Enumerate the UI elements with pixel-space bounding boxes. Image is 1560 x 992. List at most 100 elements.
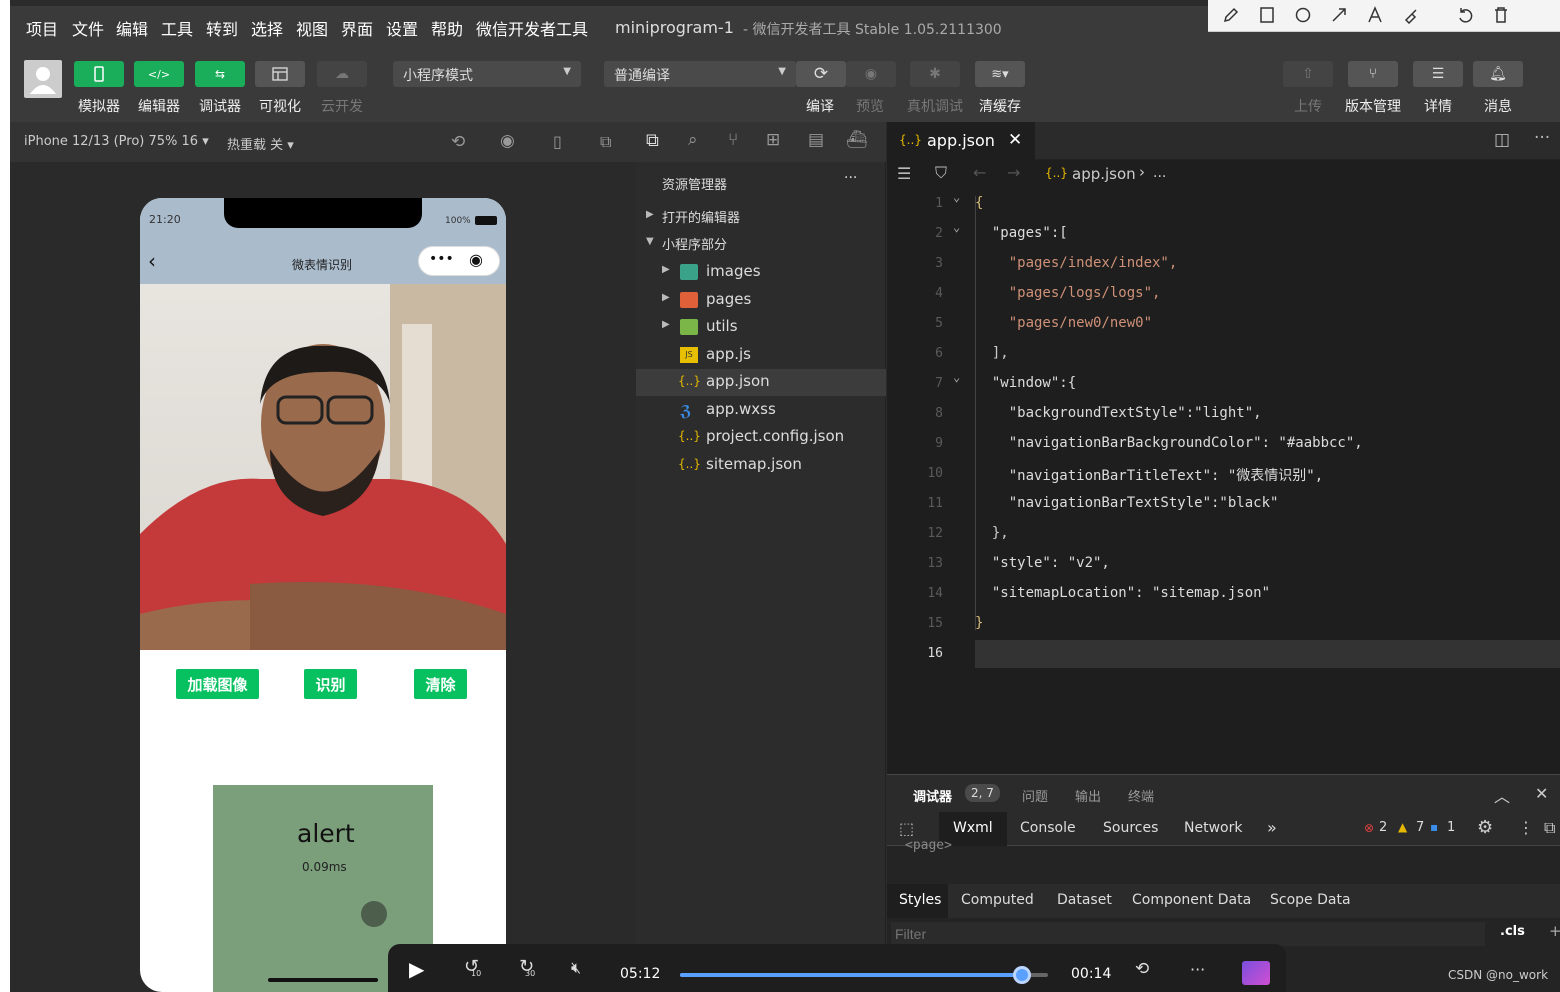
details-button[interactable]: ☰ <box>1413 61 1463 87</box>
remote-debug-button[interactable]: ✱ <box>910 61 960 87</box>
breadcrumb-more[interactable]: ... <box>1153 165 1166 181</box>
split-editor-icon[interactable]: ◫ <box>1494 130 1510 150</box>
progress-knob[interactable] <box>1013 966 1032 984</box>
tab-debugger[interactable]: 调试器 <box>913 786 952 805</box>
editor-button[interactable]: </> <box>134 61 184 87</box>
hot-reload-select[interactable]: 热重载 关 ▾ <box>227 134 294 153</box>
stop-icon[interactable]: ◉ <box>500 131 515 151</box>
loop-off-icon[interactable]: ⟲ <box>1135 959 1149 979</box>
load-image-button[interactable]: 加载图像 <box>176 669 259 699</box>
tree-item-app-js[interactable]: JS app.js <box>636 342 886 369</box>
nav-forward-icon[interactable]: → <box>1007 163 1020 182</box>
visual-button[interactable] <box>255 61 305 87</box>
more-dots-icon[interactable]: ••• <box>429 251 454 267</box>
tab-dataset[interactable]: Dataset <box>1057 892 1112 908</box>
bookmark-icon[interactable]: ⛉ <box>935 163 947 183</box>
project-section[interactable]: ▼ 小程序部分 <box>636 231 886 258</box>
marker-icon[interactable] <box>1400 4 1422 26</box>
tree-item-images[interactable]: ▶ images <box>636 259 886 286</box>
breadcrumb-file[interactable]: app.json <box>1072 165 1136 183</box>
tab-sources[interactable]: Sources <box>1103 820 1158 836</box>
compile-button[interactable]: ⟳ <box>796 61 846 87</box>
tab-app-json[interactable]: {..} app.json ✕ <box>887 122 1035 160</box>
close-panel-icon[interactable]: ✕ <box>1535 784 1548 803</box>
arrow-icon[interactable] <box>1328 4 1350 26</box>
menu-help[interactable]: 帮助 <box>431 16 463 40</box>
add-style-button[interactable]: + <box>1549 922 1560 940</box>
progress-slider[interactable] <box>680 966 1048 984</box>
version-button[interactable]: ⑂ <box>1348 61 1398 87</box>
tab-problems[interactable]: 问题 <box>1022 786 1048 805</box>
source-control-icon[interactable]: ⑂ <box>728 130 738 150</box>
tab-network[interactable]: Network <box>1184 820 1242 836</box>
vertical-dots-icon[interactable]: ⋮ <box>1518 818 1534 837</box>
clear-button[interactable]: 清除 <box>414 669 467 699</box>
menu-file[interactable]: 文件 <box>72 16 104 40</box>
clipchamp-icon[interactable] <box>1242 961 1270 985</box>
compile-mode-select[interactable]: 普通编译 ▼ <box>604 61 796 87</box>
error-count[interactable]: 2 <box>1379 820 1387 835</box>
filter-input[interactable] <box>891 922 1485 946</box>
extensions-icon[interactable]: ⊞ <box>766 130 780 150</box>
popout-icon[interactable]: ⧉ <box>600 132 611 152</box>
settings-gear-icon[interactable]: ⚙ <box>1477 817 1493 838</box>
mute-icon[interactable]: 🔇︎ <box>571 958 581 978</box>
nav-back-icon[interactable]: ← <box>973 163 986 182</box>
fold-chevron-icon[interactable]: ⌄ <box>953 190 960 204</box>
close-target-icon[interactable]: ◉ <box>469 250 483 269</box>
tab-component-data[interactable]: Component Data <box>1132 892 1251 908</box>
outline-icon[interactable]: ☰ <box>897 164 911 183</box>
menu-goto[interactable]: 转到 <box>206 16 238 40</box>
capsule-menu[interactable]: ••• ◉ <box>418 246 500 276</box>
save-icon[interactable]: ▤ <box>808 130 824 150</box>
tree-item-sitemap[interactable]: {..} sitemap.json <box>636 452 886 479</box>
explorer-more-button[interactable]: ··· <box>844 170 857 186</box>
circle-icon[interactable] <box>1292 4 1314 26</box>
messages-button[interactable]: 🔔︎ <box>1473 61 1523 87</box>
inspect-element-icon[interactable]: ⬚ <box>899 819 914 838</box>
cls-toggle[interactable]: .cls <box>1500 924 1525 939</box>
docker-icon[interactable]: ⛴ <box>846 130 868 150</box>
tree-item-app-json[interactable]: {..} app.json <box>636 369 886 396</box>
phone-icon[interactable]: ▯ <box>553 132 562 151</box>
menu-select[interactable]: 选择 <box>251 16 283 40</box>
menu-project[interactable]: 项目 <box>26 16 58 40</box>
more-options-icon[interactable]: ··· <box>1190 960 1205 979</box>
menu-wechat-devtools[interactable]: 微信开发者工具 <box>476 16 588 40</box>
code-editor[interactable]: ⌄ ⌄ ⌄ 1 { 2 "pages":[ 3 "pages/index/ind… <box>887 190 1560 774</box>
preview-button[interactable]: ◉ <box>846 61 896 87</box>
simulator-button[interactable] <box>74 61 124 87</box>
pencil-icon[interactable] <box>1220 4 1242 26</box>
tree-item-project-config[interactable]: {..} project.config.json <box>636 424 886 451</box>
warning-count[interactable]: 7 <box>1416 820 1424 835</box>
tree-item-app-wxss[interactable]: ℨ app.wxss <box>636 397 886 424</box>
tab-wxml[interactable]: Wxml <box>953 820 993 836</box>
undo-icon[interactable] <box>1454 4 1476 26</box>
info-count[interactable]: 1 <box>1447 820 1455 835</box>
fold-chevron-icon[interactable]: ⌄ <box>953 370 960 384</box>
tab-console[interactable]: Console <box>1020 820 1076 836</box>
tree-item-utils[interactable]: ▶ utils <box>636 314 886 341</box>
menu-settings[interactable]: 设置 <box>386 16 418 40</box>
upload-button[interactable]: ⇧ <box>1283 61 1333 87</box>
menu-tools[interactable]: 工具 <box>161 16 193 40</box>
recognize-button[interactable]: 识别 <box>304 669 357 699</box>
wxml-node[interactable]: <page> <box>905 838 952 853</box>
tab-output[interactable]: 输出 <box>1075 786 1101 805</box>
rectangle-icon[interactable] <box>1256 4 1278 26</box>
menu-view[interactable]: 视图 <box>296 16 328 40</box>
cloud-button[interactable]: ☁ <box>317 61 367 87</box>
text-icon[interactable] <box>1364 4 1386 26</box>
fold-chevron-icon[interactable]: ⌄ <box>953 220 960 234</box>
tab-styles[interactable]: Styles <box>899 892 941 908</box>
dock-icon[interactable]: ⧉ <box>1544 818 1555 838</box>
chevron-up-icon[interactable]: ︿ <box>1494 783 1510 807</box>
close-icon[interactable]: ✕ <box>1008 130 1022 150</box>
tab-computed[interactable]: Computed <box>961 892 1034 908</box>
open-editors-section[interactable]: ▶ 打开的编辑器 <box>636 204 886 231</box>
more-panels-button[interactable]: » <box>1267 818 1277 837</box>
avatar[interactable] <box>24 60 62 98</box>
device-select[interactable]: iPhone 12/13 (Pro) 75% 16 ▾ <box>24 134 209 149</box>
tab-scope-data[interactable]: Scope Data <box>1270 892 1351 908</box>
tree-item-pages[interactable]: ▶ pages <box>636 287 886 314</box>
